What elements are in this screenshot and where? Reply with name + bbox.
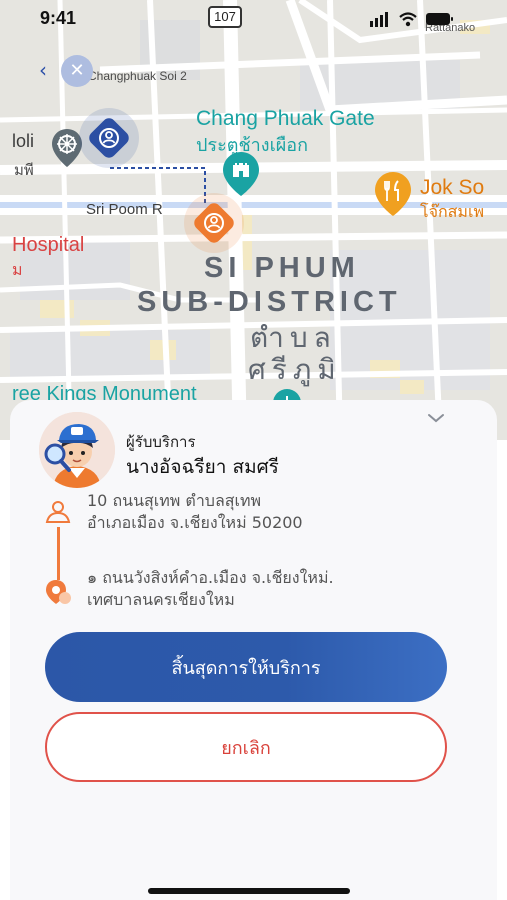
wifi-icon — [399, 12, 417, 27]
address-origin-line1: 10 ถนนสุเทพ ตำบลสุเทพ — [87, 491, 262, 510]
map-label-sri-poom: Sri Poom R — [86, 201, 163, 218]
address-destination-line2: เทศบาลนครเชียงใหม — [87, 590, 235, 609]
route-shield: 107 — [208, 6, 242, 28]
driver-location-icon[interactable] — [78, 107, 140, 169]
map-label-holi-th: มพี — [14, 162, 34, 179]
map-label-hospital-th: ม — [12, 260, 23, 279]
back-control[interactable]: ‹ ✕ — [33, 55, 97, 87]
close-icon[interactable]: ✕ — [61, 55, 93, 87]
status-icons — [370, 12, 453, 27]
collapse-chevron-icon[interactable] — [426, 408, 446, 428]
map-label-jok-th: โจ๊กสมเพ — [420, 202, 484, 221]
home-indicator[interactable] — [148, 888, 350, 894]
map-label-holi: loli — [12, 131, 35, 151]
restaurant-poi-icon[interactable] — [372, 170, 414, 222]
route-connector-line — [57, 527, 60, 580]
mascot-avatar-icon — [39, 412, 115, 488]
bottom-sheet: ผู้รับบริการ นางอัจฉรียา สมศรี 10 ถนนสุเ… — [10, 400, 497, 900]
cancel-button[interactable]: ยกเลิก — [45, 712, 447, 782]
battery-icon — [426, 13, 453, 25]
address-destination: ๑ ถนนวังสิงห์คำอ.เมือง จ.เชียงใหม่. เทศบ… — [87, 567, 334, 611]
address-destination-line1: ๑ ถนนวังสิงห์คำอ.เมือง จ.เชียงใหม่. — [87, 568, 334, 587]
map-label-hospital: Hospital — [12, 234, 85, 256]
address-origin: 10 ถนนสุเทพ ตำบลสุเทพ อำเภอเมือง จ.เชียง… — [87, 490, 303, 534]
map-label-gate-en: Chang Phuak Gate — [196, 107, 375, 130]
origin-person-icon — [45, 501, 71, 523]
signal-icon — [370, 12, 388, 27]
map-label-district-1: SI PHUM — [204, 252, 360, 284]
map-label-jok-en: Jok So — [420, 176, 485, 199]
status-time: 9:41 — [40, 8, 77, 28]
map-label-district-2: SUB-DISTRICT — [137, 286, 402, 318]
receiver-name: นางอัจฉรียา สมศรี — [126, 456, 279, 478]
map-label-changphuak-soi: Changphuak Soi 2 — [88, 69, 187, 83]
customer-location-icon[interactable] — [183, 192, 245, 254]
address-origin-line2: อำเภอเมือง จ.เชียงใหม่ 50200 — [87, 513, 303, 532]
finish-service-button[interactable]: สิ้นสุดการให้บริการ — [45, 632, 447, 702]
receiver-label: ผู้รับบริการ — [126, 433, 196, 451]
receiver-avatar — [39, 412, 115, 488]
back-chevron-icon[interactable]: ‹ — [39, 58, 47, 82]
destination-pin-icon — [46, 580, 71, 604]
